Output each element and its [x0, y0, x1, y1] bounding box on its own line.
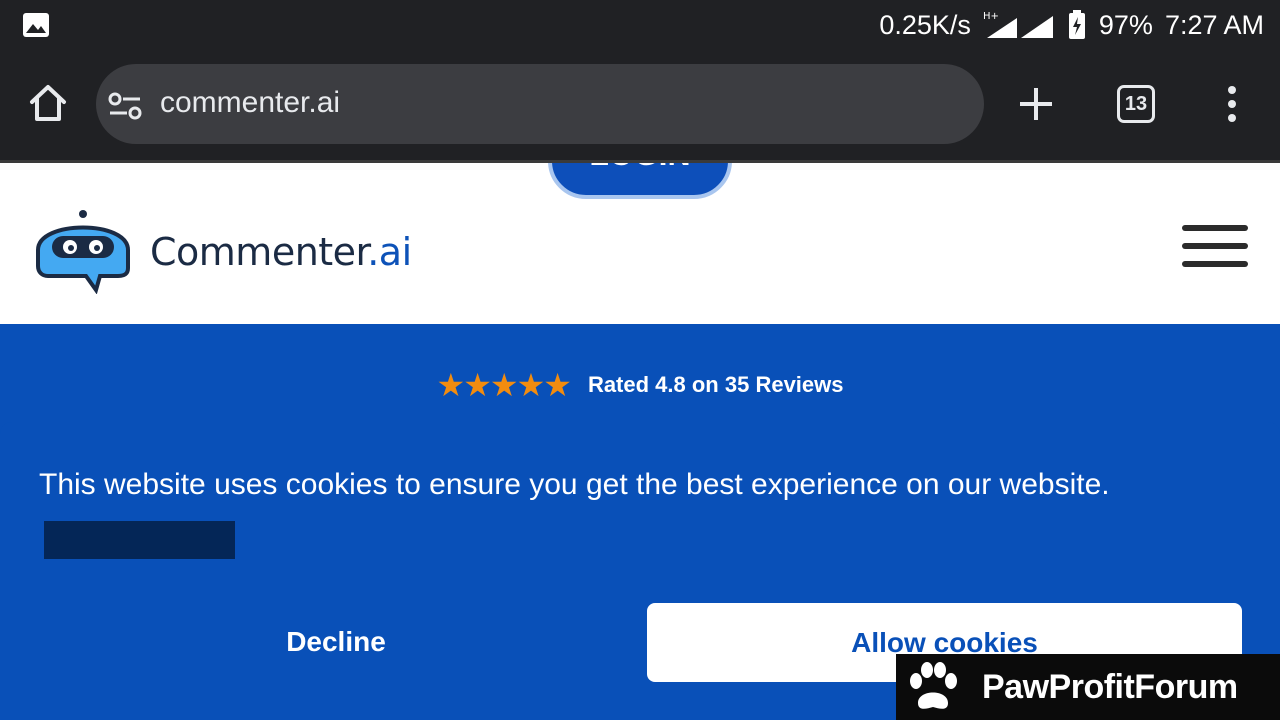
- clock: 7:27 AM: [1164, 9, 1264, 40]
- gallery-icon: [23, 13, 49, 37]
- status-right: 0.25K/s H+ 97% 7:27 AM: [879, 8, 1264, 42]
- paw-icon: [910, 662, 957, 709]
- cookie-message: This website uses cookies to ensure you …: [39, 468, 1110, 501]
- url-text: commenter.ai: [160, 86, 341, 119]
- robot-logo-icon: [36, 210, 130, 294]
- tabs-icon[interactable]: 13: [1117, 85, 1155, 123]
- rating-row: ★★★★★ Rated 4.8 on 35 Reviews: [0, 366, 1280, 404]
- brand-suffix: .ai: [367, 230, 412, 274]
- status-bar: 0.25K/s H+ 97% 7:27 AM: [0, 0, 1280, 50]
- watermark-text: PawProfitForum: [982, 667, 1238, 706]
- decline-button[interactable]: Decline: [40, 603, 632, 681]
- new-tab-icon[interactable]: [1018, 86, 1054, 122]
- rating-text: Rated 4.8 on 35 Reviews: [587, 372, 844, 397]
- home-icon[interactable]: [28, 82, 68, 124]
- brand-main: Commenter: [150, 230, 368, 274]
- menu-icon[interactable]: [1220, 86, 1244, 122]
- rating-stars-icon: ★★★★★: [436, 367, 572, 403]
- login-button[interactable]: LOGIN: [548, 163, 732, 199]
- watermark: PawProfitForum: [896, 654, 1280, 720]
- network-speed: 0.25K/s: [879, 9, 971, 40]
- browser-toolbar: commenter.ai 13: [0, 50, 1280, 160]
- signal-icon: H+: [983, 11, 1053, 38]
- address-bar[interactable]: commenter.ai: [96, 64, 984, 144]
- tab-count: 13: [1124, 93, 1148, 115]
- battery-level: 97%: [1098, 9, 1153, 40]
- brand-logo[interactable]: Commenter.ai: [30, 210, 412, 294]
- site-settings-icon[interactable]: [108, 92, 142, 120]
- cookie-learn-more-link[interactable]: [44, 521, 235, 559]
- hamburger-menu-icon[interactable]: [1182, 225, 1248, 267]
- brand-name: Commenter.ai: [150, 230, 412, 274]
- network-type: H+: [983, 11, 999, 22]
- battery-charging-icon: [1068, 10, 1085, 39]
